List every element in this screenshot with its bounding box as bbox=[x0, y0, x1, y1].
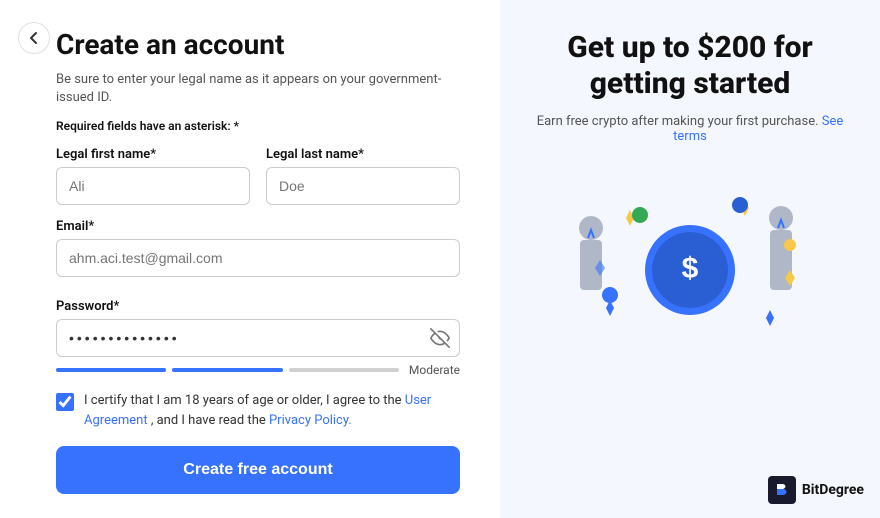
back-arrow-icon bbox=[26, 30, 42, 46]
left-panel: Create an account Be sure to enter your … bbox=[0, 0, 500, 518]
bitdegree-name: BitDegree bbox=[802, 482, 864, 498]
terms-checkbox-row: I certify that I am 18 years of age or o… bbox=[56, 391, 460, 430]
strength-label: Moderate bbox=[409, 363, 460, 377]
terms-label: I certify that I am 18 years of age or o… bbox=[84, 391, 460, 430]
back-button[interactable] bbox=[18, 22, 50, 54]
password-input[interactable] bbox=[56, 319, 460, 357]
email-group: Email* bbox=[56, 219, 460, 285]
promo-title: Get up to $200 for getting started bbox=[530, 30, 850, 102]
promo-illustration: $ bbox=[550, 160, 830, 360]
subtitle: Be sure to enter your legal name as it a… bbox=[56, 71, 460, 107]
strength-segment-1 bbox=[56, 368, 166, 372]
create-account-button[interactable]: Create free account bbox=[56, 446, 460, 494]
password-wrapper bbox=[56, 319, 460, 357]
strength-segment-3 bbox=[289, 368, 399, 372]
first-name-label: Legal first name* bbox=[56, 147, 250, 162]
eye-off-icon bbox=[430, 328, 450, 348]
toggle-password-button[interactable] bbox=[430, 328, 450, 348]
email-input[interactable] bbox=[56, 239, 460, 277]
first-name-group: Legal first name* bbox=[56, 147, 250, 205]
required-note: Required fields have an asterisk: * bbox=[56, 119, 460, 133]
bitdegree-logo-icon bbox=[772, 480, 792, 500]
bitdegree-badge: BitDegree bbox=[768, 476, 864, 504]
password-group: Password* Moderate bbox=[56, 299, 460, 377]
last-name-group: Legal last name* bbox=[266, 147, 460, 205]
last-name-label: Legal last name* bbox=[266, 147, 460, 162]
svg-text:$: $ bbox=[682, 252, 699, 285]
page-title: Create an account bbox=[56, 28, 460, 61]
privacy-policy-link[interactable]: Privacy Policy. bbox=[269, 413, 352, 428]
password-label: Password* bbox=[56, 299, 460, 314]
bitdegree-logo bbox=[768, 476, 796, 504]
name-row: Legal first name* Legal last name* bbox=[56, 147, 460, 205]
password-strength-bar: Moderate bbox=[56, 363, 460, 377]
last-name-input[interactable] bbox=[266, 167, 460, 205]
first-name-input[interactable] bbox=[56, 167, 250, 205]
illustration-svg: $ bbox=[550, 160, 830, 360]
promo-subtitle: Earn free crypto after making your first… bbox=[530, 114, 850, 144]
email-label: Email* bbox=[56, 219, 460, 234]
right-panel: Get up to $200 for getting started Earn … bbox=[500, 0, 880, 518]
terms-checkbox[interactable] bbox=[56, 393, 74, 411]
strength-segment-2 bbox=[172, 368, 282, 372]
